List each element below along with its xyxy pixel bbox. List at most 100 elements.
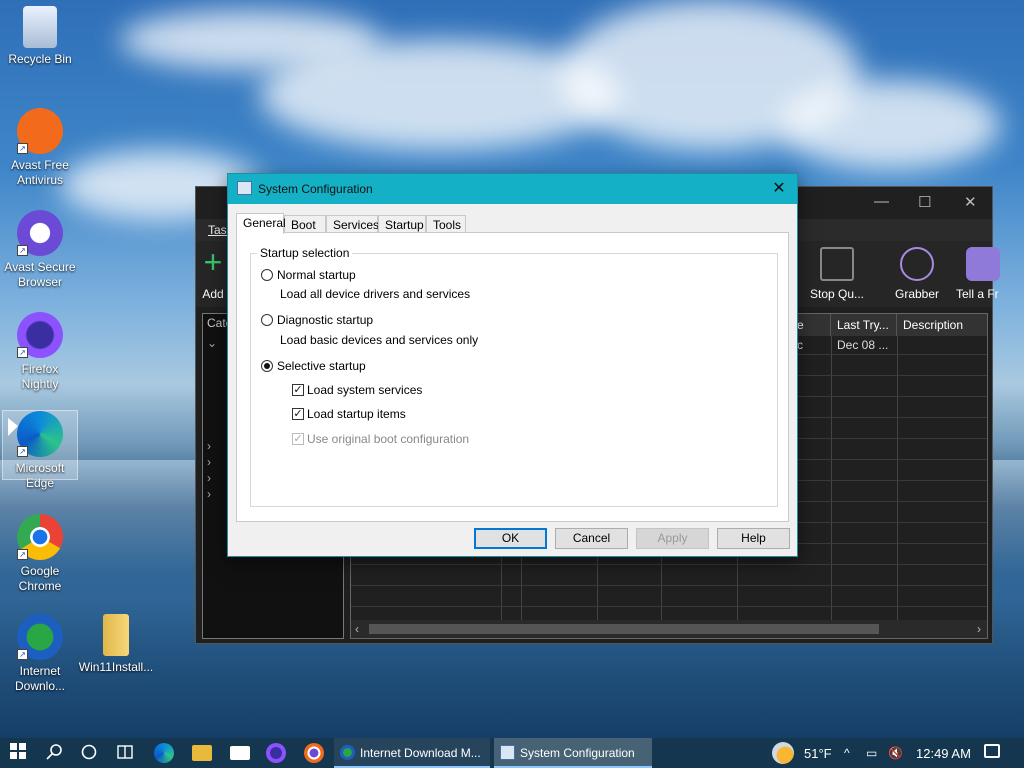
group-label: Startup selection — [257, 246, 353, 260]
cortana-icon[interactable] — [80, 743, 100, 763]
apply-button: Apply — [636, 528, 709, 549]
desktop-icon-avast-antivirus[interactable]: ↗ Avast Free Antivirus — [2, 108, 78, 188]
grid-line — [897, 336, 898, 620]
scrollbar-thumb[interactable] — [369, 624, 879, 634]
idm-icon: ↗ — [17, 614, 63, 660]
cell-last-try: Dec 08 ... — [837, 338, 889, 352]
shortcut-arrow-icon: ↗ — [17, 446, 28, 457]
maximize-icon[interactable]: ☐ — [918, 193, 931, 211]
toolbar-label: Grabber — [894, 287, 940, 301]
toolbar-label: Add — [202, 287, 224, 301]
taskbar: Internet Download M... System Configurat… — [0, 738, 1024, 768]
grabber-button[interactable]: Grabber — [882, 247, 952, 301]
wallpaper-cloud — [780, 80, 1000, 170]
shortcut-arrow-icon: ↗ — [17, 649, 28, 660]
recycle-bin-icon — [23, 6, 57, 48]
shortcut-arrow-icon: ↗ — [17, 245, 28, 256]
shortcut-arrow-icon: ↗ — [17, 549, 28, 560]
desktop-icon-avast-browser[interactable]: ↗ Avast Secure Browser — [2, 210, 78, 290]
taskbar-app-idm[interactable]: Internet Download M... — [334, 738, 490, 768]
scroll-right-icon[interactable]: › — [977, 622, 981, 636]
tab-boot[interactable]: Boot — [284, 215, 326, 233]
dialog-title: System Configuration — [258, 182, 373, 196]
system-configuration-dialog[interactable]: System Configuration ✕ General Boot Serv… — [227, 173, 798, 557]
minimize-icon[interactable]: — — [874, 193, 889, 210]
firefox-nightly-taskbar-icon[interactable] — [266, 743, 286, 763]
volume-muted-icon[interactable]: 🔇 — [888, 746, 903, 760]
column-header-description[interactable]: Description — [897, 314, 987, 336]
normal-startup-label[interactable]: Normal startup — [277, 268, 356, 282]
diagnostic-startup-desc: Load basic devices and services only — [280, 333, 479, 347]
windows-start-icon[interactable] — [10, 743, 30, 763]
avast-browser-taskbar-icon[interactable] — [304, 743, 324, 763]
desktop-icon-internet-download-manager[interactable]: ↗ Internet Downlo... — [2, 614, 78, 694]
use-original-boot-label: Use original boot configuration — [307, 432, 470, 446]
edge-icon: ↗ — [17, 411, 63, 457]
weather-temperature[interactable]: 51°F — [804, 746, 832, 761]
stop-queue-button[interactable]: Stop Qu... — [802, 247, 872, 301]
diagnostic-startup-label[interactable]: Diagnostic startup — [277, 313, 373, 327]
help-button[interactable]: Help — [717, 528, 790, 549]
general-tab-page: Startup selection Normal startup Load al… — [236, 232, 789, 522]
tab-tools[interactable]: Tools — [426, 215, 466, 233]
grid-line — [351, 564, 987, 565]
desktop-icon-google-chrome[interactable]: ↗ Google Chrome — [2, 514, 78, 594]
task-view-icon[interactable] — [116, 743, 136, 763]
notifications-icon[interactable] — [984, 744, 1000, 758]
diagnostic-startup-radio[interactable] — [261, 314, 273, 326]
close-icon[interactable]: ✕ — [964, 193, 977, 211]
folder-icon — [103, 614, 129, 656]
load-startup-items-checkbox[interactable]: ✓ — [292, 408, 304, 420]
toolbar-label: Stop Qu... — [809, 287, 865, 301]
shortcut-arrow-icon: ↗ — [17, 143, 28, 154]
close-icon[interactable]: ✕ — [769, 178, 789, 198]
shortcut-arrow-icon: ↗ — [17, 347, 28, 358]
taskbar-app-system-configuration[interactable]: System Configuration — [494, 738, 652, 768]
desktop-icon-label: Firefox Nightly — [21, 362, 59, 391]
tab-startup[interactable]: Startup — [378, 215, 426, 233]
selective-startup-label[interactable]: Selective startup — [277, 359, 366, 373]
normal-startup-desc: Load all device drivers and services — [280, 287, 471, 301]
scroll-left-icon[interactable]: ‹ — [355, 622, 359, 636]
selective-startup-radio[interactable] — [261, 360, 273, 372]
grid-line — [351, 606, 987, 607]
desktop-icon-label: Avast Free Antivirus — [11, 158, 69, 187]
stop-queue-icon — [820, 247, 854, 281]
avast-icon: ↗ — [17, 108, 63, 154]
tab-general[interactable]: General — [236, 213, 286, 234]
network-icon[interactable]: ▭ — [866, 746, 877, 760]
desktop-icon-label: Win11Install... — [78, 660, 154, 674]
dialog-titlebar[interactable]: System Configuration ✕ — [228, 174, 797, 204]
load-system-services-checkbox[interactable]: ✓ — [292, 384, 304, 396]
search-icon[interactable] — [46, 743, 66, 763]
add-icon: + — [203, 244, 223, 280]
edge-taskbar-icon[interactable] — [154, 743, 174, 763]
desktop-icon-recycle-bin[interactable]: Recycle Bin — [2, 6, 78, 67]
clock[interactable]: 12:49 AM — [916, 746, 971, 761]
normal-startup-radio[interactable] — [261, 269, 273, 281]
load-startup-items-label[interactable]: Load startup items — [307, 407, 406, 421]
desktop-icon-label: Avast Secure Browser — [4, 260, 76, 289]
thumbs-up-icon — [966, 247, 1000, 281]
tell-a-friend-button[interactable]: Tell a Fr — [944, 247, 1004, 301]
desktop-icon-firefox-nightly[interactable]: ↗ Firefox Nightly — [2, 312, 78, 392]
column-header-last-try[interactable]: Last Try... — [831, 314, 897, 336]
horizontal-scrollbar[interactable]: ‹ › — [351, 620, 987, 638]
file-explorer-icon[interactable] — [192, 745, 212, 761]
mail-icon[interactable] — [230, 746, 250, 760]
chrome-icon: ↗ — [17, 514, 63, 560]
use-original-boot-checkbox: ✓ — [292, 433, 304, 445]
tab-services[interactable]: Services — [326, 215, 379, 233]
ok-button[interactable]: OK — [474, 528, 547, 549]
taskbar-app-label: Internet Download M... — [360, 746, 481, 760]
desktop-icon-label: Internet Downlo... — [14, 664, 66, 693]
msconfig-icon — [237, 181, 252, 195]
weather-icon[interactable] — [772, 742, 794, 764]
chevron-up-icon[interactable]: ^ — [844, 746, 850, 760]
cancel-button[interactable]: Cancel — [555, 528, 628, 549]
startup-selection-group: Startup selection Normal startup Load al… — [250, 246, 778, 507]
grabber-icon — [900, 247, 934, 281]
desktop-icon-label: Google Chrome — [18, 564, 62, 593]
desktop-icon-win11-install[interactable]: Win11Install... — [78, 614, 154, 675]
load-system-services-label[interactable]: Load system services — [307, 383, 422, 397]
